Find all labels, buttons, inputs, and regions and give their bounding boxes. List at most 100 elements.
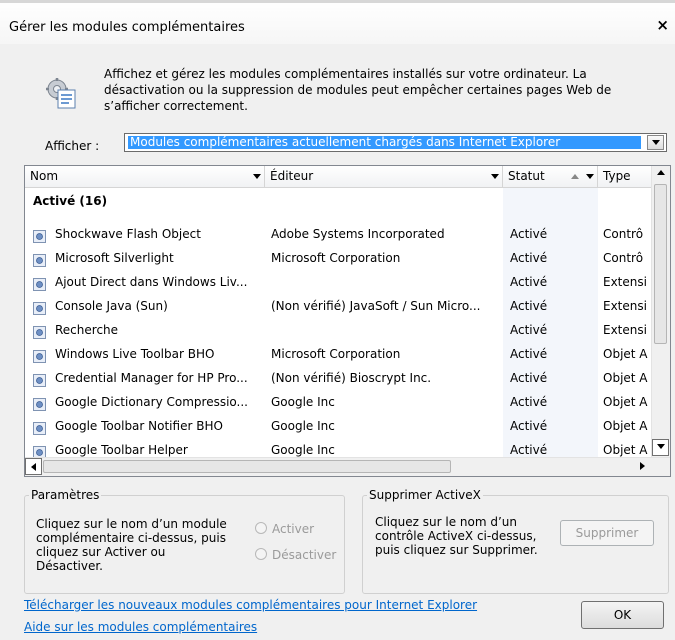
ok-button[interactable]: OK: [581, 601, 664, 629]
disable-radio-label: Désactiver: [272, 548, 337, 562]
sort-ascending-icon: [571, 174, 579, 179]
filter-dropdown-icon[interactable]: [253, 174, 261, 179]
chevron-down-icon: [651, 140, 660, 145]
table-row[interactable]: Shockwave Flash Object Adobe Systems Inco…: [25, 222, 650, 246]
activex-legend: Supprimer ActiveX: [369, 488, 481, 502]
column-label-status: Statut: [508, 169, 545, 183]
cell-publisher: Adobe Systems Incorporated: [271, 227, 445, 241]
column-header-type[interactable]: Type: [598, 166, 658, 187]
addon-icon: [33, 251, 46, 267]
cell-type: Objet A: [603, 371, 648, 385]
addon-icon: [33, 395, 46, 411]
show-dropdown-value: Modules complémentaires actuellement cha…: [128, 136, 641, 149]
column-header-name[interactable]: Nom: [25, 166, 265, 187]
activex-instructions: Cliquez sur le nom d’un contrôle ActiveX…: [375, 515, 538, 557]
cell-publisher: (Non vérifié) Bioscrypt Inc.: [271, 371, 432, 385]
cell-status: Activé: [510, 299, 548, 313]
scroll-left-arrow-icon: [31, 463, 36, 471]
cell-publisher: Google Inc: [271, 419, 335, 433]
addon-icon: [33, 443, 46, 459]
cell-status: Activé: [510, 275, 548, 289]
cell-name: Microsoft Silverlight: [55, 251, 174, 265]
cell-type: Contrô: [603, 251, 644, 265]
table-row[interactable]: Microsoft Silverlight Microsoft Corporati…: [25, 246, 650, 270]
addon-icon: [33, 347, 46, 363]
cell-name: Credential Manager for HP Pro...: [55, 371, 248, 385]
table-row[interactable]: Console Java (Sun) (Non vérifié) JavaSoft…: [25, 294, 650, 318]
vertical-scroll-thumb[interactable]: [654, 184, 667, 344]
settings-instructions: Cliquez sur le nom d’un module complémen…: [36, 517, 227, 573]
cell-type: Extensi: [603, 323, 647, 337]
cell-type: Contrô: [603, 227, 644, 241]
settings-legend: Paramètres: [31, 488, 100, 502]
addon-icon: [33, 227, 46, 243]
cell-publisher: Google Inc: [271, 395, 335, 409]
addon-icon: [33, 275, 46, 291]
cell-name: Google Toolbar Notifier BHO: [55, 419, 223, 433]
addons-list[interactable]: Nom Éditeur Statut Type Activé (16) Shoc…: [24, 165, 671, 477]
addon-icon: [33, 323, 46, 339]
cell-name: Shockwave Flash Object: [55, 227, 201, 241]
addon-icon: [33, 299, 46, 315]
cell-name: Ajout Direct dans Windows Liv...: [55, 275, 248, 289]
radio-circle-icon: [255, 522, 267, 534]
addon-icon: [33, 419, 46, 435]
cell-publisher: (Non vérifié) JavaSoft / Sun Micro...: [271, 299, 481, 313]
table-row[interactable]: Recherche Activé Extensi: [25, 318, 650, 342]
column-label-name: Nom: [30, 169, 59, 183]
scroll-down-button[interactable]: [652, 439, 669, 456]
cell-type: Extensi: [603, 299, 647, 313]
table-row[interactable]: Google Dictionary Compressio... Google In…: [25, 390, 650, 414]
column-header-publisher[interactable]: Éditeur: [265, 166, 503, 187]
cell-type: Extensi: [603, 275, 647, 289]
cell-publisher: Microsoft Corporation: [271, 347, 401, 361]
show-dropdown[interactable]: Modules complémentaires actuellement cha…: [124, 133, 667, 152]
table-row[interactable]: Credential Manager for HP Pro... (Non vér…: [25, 366, 650, 390]
cell-status: Activé: [510, 347, 548, 361]
column-header-status[interactable]: Statut: [503, 166, 598, 187]
column-label-publisher: Éditeur: [270, 169, 314, 183]
close-icon[interactable]: ×: [656, 16, 669, 34]
enable-radio-label: Activer: [272, 522, 315, 536]
horizontal-scrollbar[interactable]: [25, 457, 670, 476]
addons-help-link[interactable]: Aide sur les modules complémentaires: [24, 620, 257, 634]
title-bar-top-edge: [0, 0, 675, 3]
disable-radio[interactable]: Désactiver: [255, 548, 336, 562]
cell-publisher: Microsoft Corporation: [271, 251, 401, 265]
cell-status: Activé: [510, 395, 548, 409]
scroll-right-button[interactable]: [634, 458, 651, 475]
cell-status: Activé: [510, 227, 548, 241]
dropdown-arrow-button[interactable]: [647, 135, 664, 150]
scroll-up-arrow-icon: [656, 170, 665, 175]
cell-status: Activé: [510, 251, 548, 265]
cell-name: Windows Live Toolbar BHO: [55, 347, 215, 361]
remove-button[interactable]: Supprimer: [560, 520, 654, 546]
scroll-up-button[interactable]: [652, 166, 669, 183]
cell-status: Activé: [510, 419, 548, 433]
addon-icon: [33, 371, 46, 387]
download-addons-link[interactable]: Télécharger les nouveaux modules complém…: [24, 598, 477, 612]
cell-type: Objet A: [603, 419, 648, 433]
column-label-type: Type: [603, 169, 631, 183]
addon-manager-icon: [44, 76, 78, 110]
cell-status: Activé: [510, 371, 548, 385]
cell-name: Google Dictionary Compressio...: [55, 395, 248, 409]
filter-dropdown-icon[interactable]: [586, 174, 594, 179]
title-bar: Gérer les modules complémentaires ×: [0, 0, 675, 44]
header-description: Affichez et gérez les modules complément…: [104, 67, 612, 113]
table-row[interactable]: Google Toolbar Notifier BHO Google Inc Act…: [25, 414, 650, 438]
show-label: Afficher :: [45, 139, 100, 153]
cell-status: Activé: [510, 323, 548, 337]
vertical-scrollbar[interactable]: [651, 166, 670, 457]
radio-circle-icon: [255, 548, 267, 560]
scroll-right-arrow-icon: [640, 462, 645, 470]
table-row[interactable]: Windows Live Toolbar BHO Microsoft Corpor…: [25, 342, 650, 366]
scroll-left-button[interactable]: [25, 458, 42, 475]
table-row[interactable]: Ajout Direct dans Windows Liv... Activé Ex…: [25, 270, 650, 294]
cell-name: Recherche: [55, 323, 119, 337]
horizontal-scroll-thumb[interactable]: [43, 460, 451, 473]
enable-radio[interactable]: Activer: [255, 522, 314, 536]
filter-dropdown-icon[interactable]: [491, 174, 499, 179]
group-header-enabled: Activé (16): [33, 194, 108, 208]
cell-name: Console Java (Sun): [55, 299, 168, 313]
